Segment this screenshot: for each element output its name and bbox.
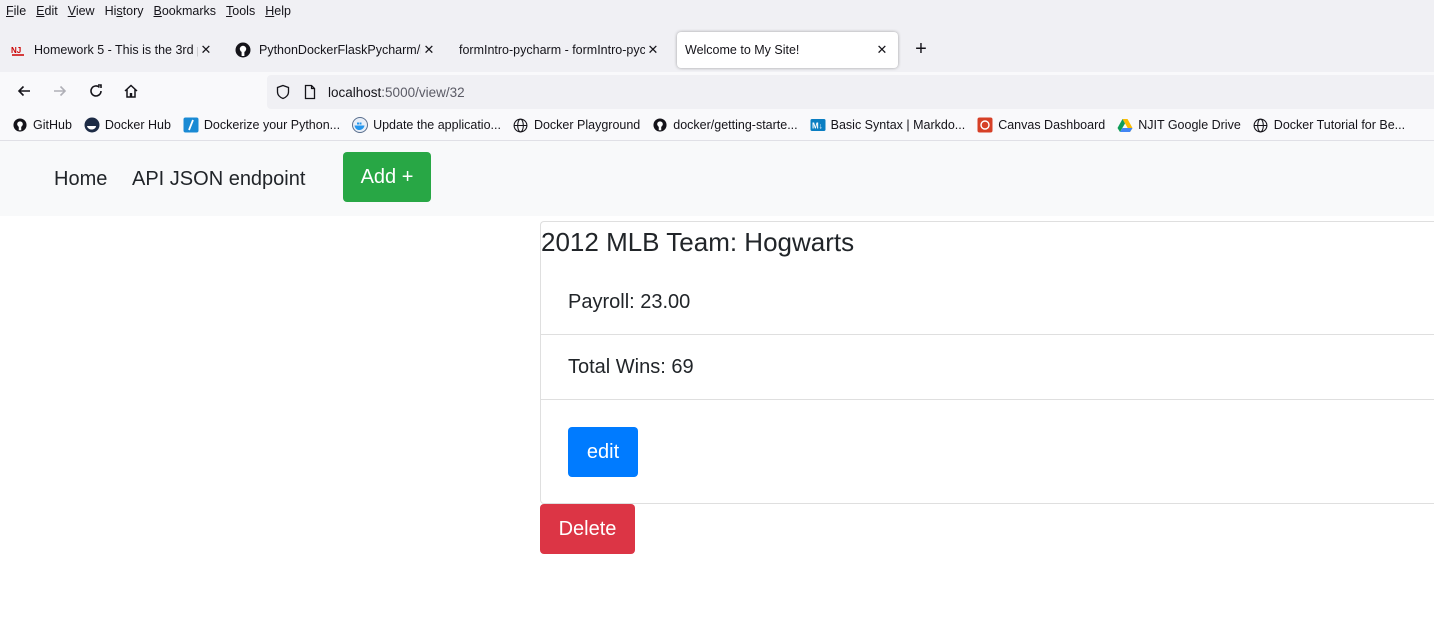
new-tab-plus-icon[interactable]: +	[910, 39, 932, 61]
bookmark-update-application[interactable]: Update the applicatio...	[352, 117, 501, 133]
bookmark-docker-tutorial[interactable]: Docker Tutorial for Be...	[1253, 117, 1405, 133]
github-icon	[12, 117, 28, 133]
docker-whale-icon	[352, 117, 369, 133]
bookmark-label: Update the applicatio...	[373, 118, 501, 132]
payroll-row: Payroll: 23.00	[541, 270, 1434, 335]
njit-icon: NJ	[10, 42, 26, 58]
nav-link-api-json[interactable]: API JSON endpoint	[132, 168, 305, 191]
bookmark-github[interactable]: GitHub	[12, 117, 72, 133]
forward-arrow-icon[interactable]	[49, 80, 71, 102]
page-icon[interactable]	[302, 84, 318, 100]
edit-button[interactable]: edit	[568, 427, 638, 477]
menu-history[interactable]: History	[105, 4, 144, 18]
delete-button[interactable]: Delete	[540, 504, 635, 554]
tab-title: Welcome to My Site!	[685, 43, 800, 57]
bookmark-label: docker/getting-starte...	[673, 118, 798, 132]
menu-tools[interactable]: Tools	[226, 4, 255, 18]
bookmark-label: Canvas Dashboard	[998, 118, 1106, 132]
bookmark-docker-playground[interactable]: Docker Playground	[513, 117, 640, 133]
site-navbar: Home API JSON endpoint Add +	[0, 141, 1434, 216]
svg-text:NJ: NJ	[11, 46, 21, 55]
bookmark-docker-hub[interactable]: Docker Hub	[84, 117, 171, 133]
markdown-icon: M↓	[810, 117, 826, 133]
tab-title: PythonDockerFlaskPycharm/ini	[259, 43, 421, 57]
menu-bookmarks[interactable]: Bookmarks	[154, 4, 217, 18]
close-icon[interactable]: ✕	[874, 42, 890, 58]
bookmark-label: Docker Hub	[104, 118, 171, 132]
bookmark-label: Docker Playground	[533, 118, 641, 132]
tab-homework[interactable]: NJ Homework 5 - This is the 3rd pa ✕	[6, 32, 218, 68]
menu-help[interactable]: Help	[265, 4, 291, 18]
bookmark-canvas-dashboard[interactable]: Canvas Dashboard	[977, 117, 1105, 133]
reload-icon[interactable]	[85, 80, 107, 102]
menu-view[interactable]: View	[68, 4, 95, 18]
tab-strip: NJ Homework 5 - This is the 3rd pa ✕ Pyt…	[0, 22, 1434, 72]
card-title: 2012 MLB Team: Hogwarts	[541, 227, 855, 257]
add-button[interactable]: Add +	[343, 152, 431, 202]
home-icon[interactable]	[120, 80, 142, 102]
page-content: Home API JSON endpoint Add + 2012 MLB Te…	[0, 141, 1434, 640]
drive-icon	[1117, 117, 1133, 133]
menu-bar: File Edit View History Bookmarks Tools H…	[0, 0, 1434, 22]
url-text: localhost:5000/view/32	[328, 84, 465, 100]
tab-formintro[interactable]: formIntro-pycharm - formIntro-pyc ✕	[455, 32, 665, 68]
menu-edit[interactable]: Edit	[36, 4, 58, 18]
close-icon[interactable]: ✕	[421, 42, 437, 58]
bookmark-label: NJIT Google Drive	[1138, 118, 1241, 132]
tab-welcome[interactable]: Welcome to My Site! ✕	[677, 32, 898, 68]
address-bar[interactable]: localhost:5000/view/32	[267, 75, 1434, 109]
bookmark-njit-google-drive[interactable]: NJIT Google Drive	[1117, 117, 1241, 133]
back-arrow-icon[interactable]	[13, 80, 35, 102]
canvas-icon	[977, 117, 993, 133]
payroll-text: Payroll: 23.00	[568, 290, 691, 313]
bookmarks-toolbar: GitHub Docker Hub Dockerize your Python.…	[0, 110, 1434, 141]
navigation-toolbar: localhost:5000/view/32	[0, 72, 1434, 110]
slash-icon	[183, 117, 199, 133]
svg-text:M↓: M↓	[812, 122, 823, 131]
close-icon[interactable]: ✕	[198, 42, 214, 58]
bookmark-markdown-syntax[interactable]: M↓ Basic Syntax | Markdo...	[810, 117, 966, 133]
bookmark-label: GitHub	[33, 118, 72, 132]
team-card: 2012 MLB Team: Hogwarts Payroll: 23.00 T…	[540, 221, 1434, 504]
close-icon[interactable]: ✕	[645, 42, 661, 58]
tab-title: Homework 5 - This is the 3rd pa	[34, 43, 198, 57]
total-wins-row: Total Wins: 69	[541, 335, 1434, 400]
bookmark-getting-started[interactable]: docker/getting-starte...	[652, 117, 798, 133]
tab-github-repo[interactable]: PythonDockerFlaskPycharm/ini ✕	[231, 32, 441, 68]
bookmark-label: Dockerize your Python...	[203, 118, 341, 132]
menu-file[interactable]: File	[6, 4, 26, 18]
nav-link-home[interactable]: Home	[54, 168, 107, 191]
bookmark-dockerize-python[interactable]: Dockerize your Python...	[183, 117, 340, 133]
total-wins-text: Total Wins: 69	[568, 355, 694, 378]
bookmark-label: Basic Syntax | Markdo...	[830, 118, 966, 132]
github-icon	[652, 117, 668, 133]
docker-hub-icon	[84, 117, 100, 133]
tab-title: formIntro-pycharm - formIntro-pyc	[459, 43, 645, 57]
globe-icon	[1253, 117, 1269, 133]
github-icon	[235, 42, 251, 58]
shield-icon[interactable]	[275, 84, 291, 100]
globe-icon	[513, 117, 529, 133]
bookmark-label: Docker Tutorial for Be...	[1273, 118, 1406, 132]
